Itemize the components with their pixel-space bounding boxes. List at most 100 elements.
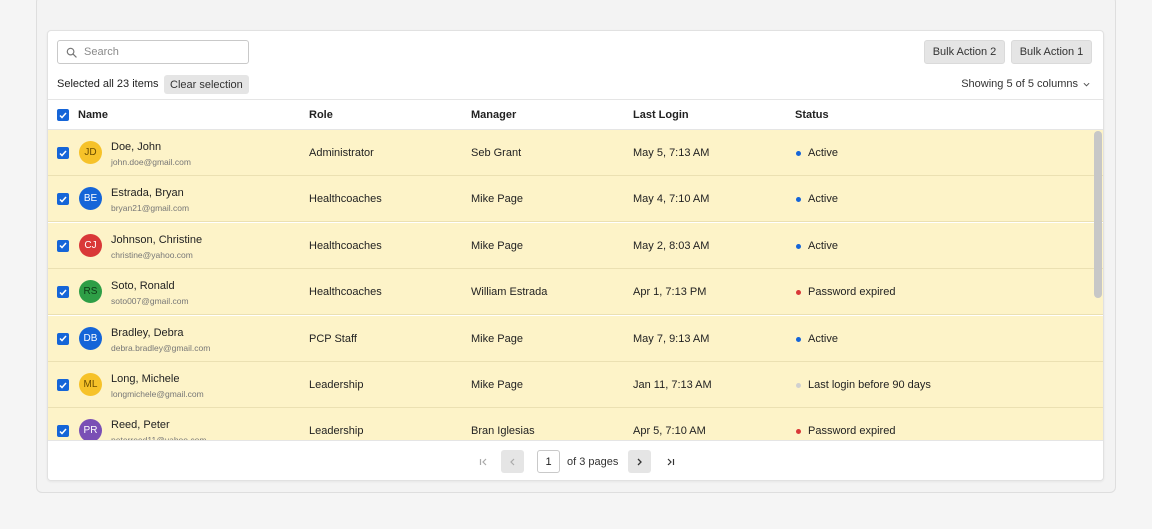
user-name: Soto, Ronald	[111, 280, 175, 293]
status-dot-icon	[796, 243, 801, 249]
manager-cell: Seb Grant	[471, 147, 522, 159]
check-icon	[59, 112, 67, 119]
row-checkbox[interactable]	[57, 239, 69, 252]
first-page-icon	[479, 458, 487, 465]
user-name: Long, Michele	[111, 373, 180, 385]
last-login-cell: May 5, 7:13 AM	[633, 147, 710, 159]
user-email: bryan21@gmail.com	[111, 203, 190, 214]
role-cell: PCP Staff	[309, 332, 357, 345]
manager-cell: Bran Iglesias	[471, 425, 535, 438]
table-row[interactable]: RS Soto, Ronald soto007@gmail.com Healthcoa…	[48, 269, 1103, 316]
check-icon	[59, 242, 67, 249]
user-name: Doe, John	[111, 141, 162, 153]
last-login-cell: Apr 1, 7:13 PM	[633, 286, 707, 299]
avatar: BE	[79, 187, 102, 211]
status-cell: Active	[808, 239, 838, 252]
role-cell: Healthcoaches	[309, 193, 382, 206]
avatar: DB	[79, 326, 102, 350]
status-cell: Password expired	[808, 286, 896, 299]
previous-page-button[interactable]	[501, 450, 524, 473]
status-cell: Last login before 90 days	[808, 379, 931, 391]
table-row[interactable]: JD Doe, John john.doe@gmail.com Administrat…	[48, 130, 1103, 176]
search-icon	[66, 47, 77, 58]
status-dot-icon	[796, 197, 801, 203]
row-checkbox[interactable]	[57, 147, 69, 159]
status-dot-icon	[796, 429, 801, 435]
data-table-card: Bulk Action 2 Bulk Action 1 Selected all…	[47, 30, 1104, 481]
manager-cell: Mike Page	[471, 379, 523, 391]
avatar: JD	[79, 141, 102, 164]
check-icon	[59, 196, 67, 203]
status-cell: Active	[808, 193, 838, 206]
next-page-button[interactable]	[628, 450, 651, 473]
row-checkbox[interactable]	[57, 379, 69, 391]
table-header: Name Role Manager Last Login Status	[48, 99, 1103, 130]
status-cell: Active	[808, 332, 838, 345]
check-icon	[59, 382, 67, 389]
status-cell: Active	[808, 147, 838, 159]
bulk-action-1-button[interactable]: Bulk Action 1	[1011, 40, 1092, 64]
user-name: Reed, Peter	[111, 419, 170, 432]
last-login-cell: May 2, 8:03 AM	[633, 239, 710, 252]
table-row[interactable]: PRReed, Peterpeterreed11@yahoo.comLeader…	[48, 408, 1103, 440]
status-dot-icon	[796, 151, 801, 156]
search-field[interactable]	[57, 40, 249, 64]
previous-page-icon	[510, 458, 515, 465]
user-email: john.doe@gmail.com	[111, 157, 191, 167]
table-row[interactable]: BE Estrada, Bryan bryan21@gmail.com Healthc…	[48, 176, 1103, 223]
selection-summary: Selected all 23 items	[57, 78, 159, 90]
bulk-action-2-button[interactable]: Bulk Action 2	[924, 40, 1005, 64]
user-email: soto007@gmail.com	[111, 296, 189, 307]
status-dot-icon	[796, 383, 801, 388]
last-login-cell: May 4, 7:10 AM	[633, 193, 710, 206]
role-cell: Leadership	[309, 425, 364, 438]
next-page-icon	[637, 458, 642, 465]
column-header-status[interactable]: Status	[795, 109, 829, 121]
check-icon	[59, 150, 67, 157]
avatar: ML	[79, 373, 102, 396]
column-header-name[interactable]: Name	[78, 109, 108, 121]
column-header-last-login[interactable]: Last Login	[633, 109, 689, 121]
avatar: CJ	[79, 233, 102, 257]
row-checkbox[interactable]	[57, 286, 69, 299]
table-row[interactable]: DB Bradley, Debra debra.bradley@gmail.com P…	[48, 315, 1103, 362]
select-all-checkbox[interactable]	[57, 109, 69, 121]
pagination: of 3 pages	[48, 440, 1103, 480]
clear-selection-button[interactable]: Clear selection	[164, 75, 249, 94]
avatar: RS	[79, 280, 102, 304]
check-icon	[59, 428, 67, 435]
role-cell: Healthcoaches	[309, 286, 382, 299]
user-name: Bradley, Debra	[111, 326, 184, 339]
vertical-scrollbar[interactable]	[1094, 131, 1102, 298]
user-email: debra.bradley@gmail.com	[111, 342, 211, 353]
status-dot-icon	[796, 290, 801, 296]
first-page-button[interactable]	[472, 450, 495, 473]
column-header-role[interactable]: Role	[309, 109, 333, 121]
last-login-cell: Apr 5, 7:10 AM	[633, 425, 706, 438]
table-row[interactable]: ML Long, Michele longmichele@gmail.com Lead…	[48, 362, 1103, 408]
avatar: PR	[79, 419, 102, 440]
columns-toggle[interactable]: Showing 5 of 5 columns	[961, 78, 1090, 90]
last-login-cell: May 7, 9:13 AM	[633, 332, 710, 345]
user-name: Estrada, Bryan	[111, 187, 184, 200]
status-cell: Password expired	[808, 425, 896, 438]
search-input[interactable]	[84, 46, 244, 58]
row-checkbox[interactable]	[57, 193, 69, 206]
row-checkbox[interactable]	[57, 332, 69, 345]
columns-toggle-label: Showing 5 of 5 columns	[961, 78, 1078, 90]
role-cell: Healthcoaches	[309, 239, 382, 252]
user-email: longmichele@gmail.com	[111, 389, 204, 399]
row-checkbox[interactable]	[57, 425, 69, 438]
column-header-manager[interactable]: Manager	[471, 109, 516, 121]
manager-cell: William Estrada	[471, 286, 548, 299]
table-row[interactable]: CJ Johnson, Christine christine@yahoo.com H…	[48, 222, 1103, 269]
check-icon	[59, 335, 67, 342]
manager-cell: Mike Page	[471, 332, 523, 345]
chevron-down-icon	[1083, 82, 1090, 87]
page-count-label: of 3 pages	[567, 456, 619, 468]
check-icon	[59, 289, 67, 296]
last-page-button[interactable]	[659, 450, 682, 473]
table-body: JD Doe, John john.doe@gmail.com Administrat…	[48, 130, 1103, 440]
manager-cell: Mike Page	[471, 239, 523, 252]
page-number-input[interactable]	[537, 450, 560, 473]
